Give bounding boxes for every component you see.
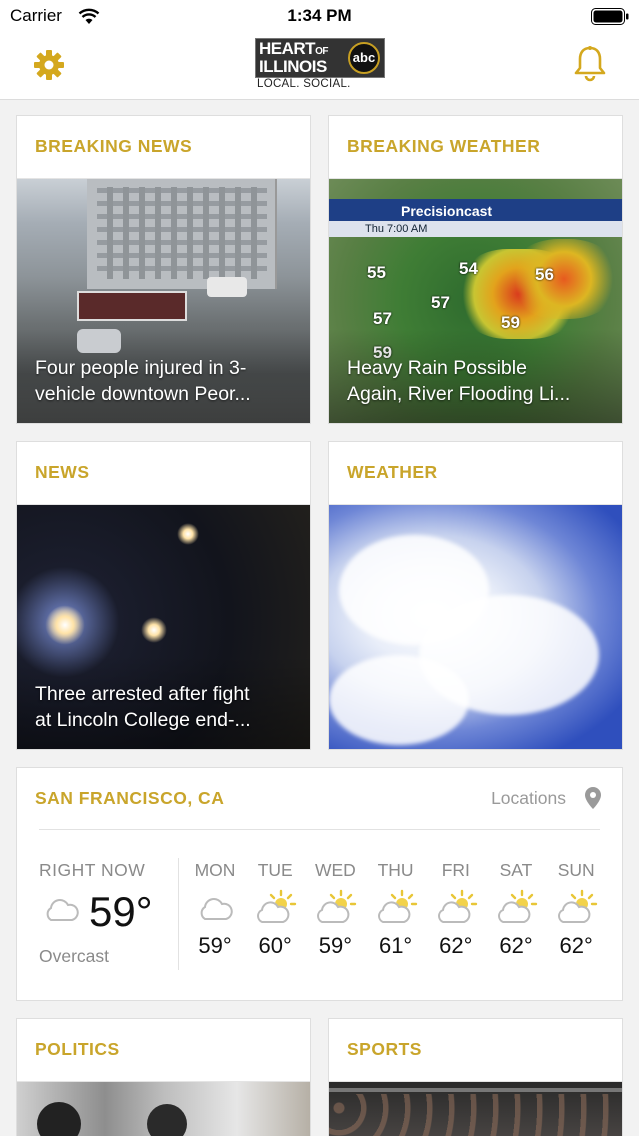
forecast-day: MON 59°	[185, 860, 245, 959]
abc-logo-badge: abc	[348, 42, 380, 74]
fire-truck-shape	[77, 291, 187, 321]
status-bar: Carrier 1:34 PM	[0, 0, 639, 34]
light-flare	[141, 617, 167, 643]
partly-sunny-icon	[558, 889, 598, 923]
light-flare	[45, 605, 85, 645]
breaking-news-card[interactable]: BREAKING NEWS Four people injured in 3- …	[16, 115, 311, 424]
cloud-icon	[200, 898, 233, 920]
bell-icon[interactable]	[573, 45, 607, 83]
breaking-weather-card[interactable]: BREAKING WEATHER Precisioncast Thu 7:00 …	[328, 115, 623, 424]
news-card[interactable]: NEWS Three arrested after fight at Linco…	[16, 441, 311, 750]
station-logo[interactable]: HEARTOF ILLINOIS abc LOCAL. SOCIAL.	[255, 38, 385, 94]
gear-icon[interactable]	[32, 48, 66, 82]
car-shape-2	[77, 329, 121, 353]
radar-time: Thu 7:00 AM	[365, 223, 428, 235]
divider	[39, 829, 600, 830]
radar-temp: 57	[373, 309, 392, 328]
rail-shape	[329, 1088, 622, 1092]
forecast-day-name: SUN	[557, 860, 595, 880]
radar-title: Precisioncast	[401, 203, 493, 219]
forecast-temperature: 59°	[318, 933, 353, 958]
forecast-day: TUE 60°	[245, 860, 305, 959]
politics-photo	[17, 1082, 310, 1136]
headline-line-2: Again, River Flooding Li...	[347, 383, 571, 405]
weather-card[interactable]: WEATHER	[328, 441, 623, 750]
partly-sunny-icon	[498, 889, 538, 923]
cloud-shape	[329, 655, 469, 745]
forecast-day-name: WED	[314, 860, 356, 880]
headline-line-1: Heavy Rain Possible	[347, 357, 527, 379]
city-name: SAN FRANCISCO, CA	[35, 788, 225, 808]
location-pin-icon[interactable]	[584, 786, 602, 810]
partly-sunny-icon	[437, 889, 477, 923]
car-shape	[207, 277, 247, 297]
radar-temp: 54	[459, 259, 478, 278]
locations-link[interactable]: Locations	[491, 788, 566, 809]
forecast-temperature: 61°	[378, 933, 413, 958]
battery-icon	[591, 8, 629, 25]
clock: 1:34 PM	[287, 6, 352, 25]
divider	[178, 858, 179, 970]
current-weather-widget[interactable]: SAN FRANCISCO, CA Locations RIGHT NOW 59…	[16, 767, 623, 1001]
headline-line-1: Four people injured in 3-	[35, 357, 247, 379]
microphone-shape-2	[147, 1104, 187, 1136]
forecast-day: WED 59°	[305, 860, 365, 959]
radar-temp: 57	[431, 293, 450, 312]
forecast-day: SAT 62°	[486, 860, 546, 959]
politics-card[interactable]: POLITICS	[16, 1018, 311, 1136]
microphone-shape	[37, 1102, 81, 1136]
partly-sunny-icon	[257, 889, 297, 923]
headline: Heavy Rain Possible Again, River Floodin…	[347, 355, 608, 407]
forecast-day: FRI 62°	[426, 860, 486, 959]
radar-temp: 56	[535, 265, 554, 284]
forecast-day-name: THU	[377, 860, 414, 880]
crowd-shape	[329, 1094, 622, 1136]
forecast-temperature: 60°	[258, 933, 292, 958]
forecast-temperature: 62°	[559, 933, 593, 958]
forecast-day: SUN 62°	[546, 860, 606, 959]
forecast-day: THU 61°	[366, 860, 426, 959]
sports-card[interactable]: SPORTS	[328, 1018, 623, 1136]
app-header: HEARTOF ILLINOIS abc LOCAL. SOCIAL.	[0, 34, 639, 100]
logo-line-2: ILLINOIS	[259, 57, 327, 76]
light-flare	[177, 523, 199, 545]
forecast-temperature: 62°	[499, 933, 533, 958]
card-title: SPORTS	[347, 1039, 422, 1059]
forecast-day-name: TUE	[257, 860, 293, 880]
right-now-label: RIGHT NOW	[39, 860, 146, 880]
card-title: POLITICS	[35, 1039, 120, 1059]
headline: Four people injured in 3- vehicle downto…	[35, 355, 296, 407]
partly-sunny-icon	[317, 889, 357, 923]
cloud-icon	[46, 899, 79, 921]
radar-temp: 55	[367, 263, 386, 282]
logo-tagline: LOCAL. SOCIAL.	[257, 78, 351, 90]
sky-photo	[329, 505, 622, 749]
card-title: NEWS	[35, 462, 90, 482]
headline: Three arrested after fight at Lincoln Co…	[35, 681, 296, 733]
building-windows	[97, 187, 267, 279]
partly-sunny-icon	[377, 889, 417, 923]
headline-line-1: Three arrested after fight	[35, 683, 250, 705]
headline-line-2: at Lincoln College end-...	[35, 709, 251, 731]
forecast-day-name: FRI	[441, 860, 470, 880]
card-title: BREAKING NEWS	[35, 136, 193, 156]
current-condition: Overcast	[39, 946, 110, 966]
sports-photo	[329, 1082, 622, 1136]
logo-line-1: HEARTOF	[259, 39, 328, 58]
card-title: BREAKING WEATHER	[347, 136, 541, 156]
card-title: WEATHER	[347, 462, 438, 482]
forecast-day-name: SAT	[499, 860, 533, 880]
current-temperature: 59°	[89, 888, 153, 935]
forecast-day-name: MON	[194, 860, 236, 880]
radar-storm-cell-2	[509, 239, 619, 319]
forecast-temperature: 59°	[198, 933, 232, 958]
forecast-temperature: 62°	[439, 933, 473, 958]
headline-line-2: vehicle downtown Peor...	[35, 383, 251, 405]
